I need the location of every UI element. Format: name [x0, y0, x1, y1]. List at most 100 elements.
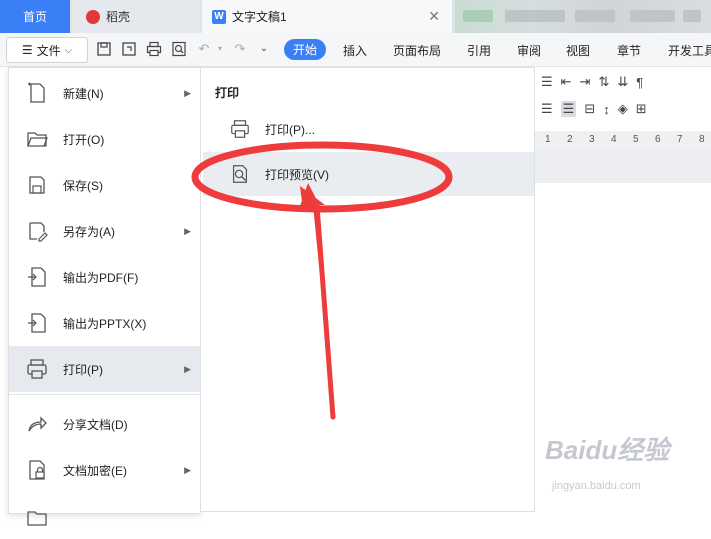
share-icon	[28, 416, 47, 432]
save-icon[interactable]	[96, 41, 112, 57]
undo-dropdown-icon[interactable]: ▾	[212, 41, 228, 57]
submenu-item-label: 打印预览(V)	[265, 167, 329, 182]
ruler-number: 4	[611, 134, 617, 145]
quick-access-dropdown-icon[interactable]: ⌄	[256, 41, 272, 57]
page-margin-strip	[535, 149, 711, 183]
menu-item-save[interactable]: 保存(S)	[9, 162, 201, 208]
chevron-right-icon: ▶	[184, 464, 191, 475]
ruler-number: 5	[633, 134, 639, 145]
ribbon-tab-layout[interactable]: 页面布局	[393, 42, 441, 59]
format-toolbar-row-1: ☰ ⇤ ⇥ ⇅ ⇊ ¶	[535, 69, 711, 95]
menu-item-save-as[interactable]: 另存为(A) ▶	[9, 208, 201, 254]
menu-item-new[interactable]: 新建(N) ▶	[9, 70, 201, 116]
hamburger-icon: ☰	[21, 43, 33, 57]
indent-icon[interactable]: ⇥	[580, 74, 591, 90]
folder-open-icon	[27, 132, 48, 147]
line-spacing-icon[interactable]: ↕	[603, 102, 610, 117]
ruler-number: 3	[589, 134, 595, 145]
menu-divider	[9, 394, 201, 395]
tab-document-label: 文字文稿1	[232, 10, 287, 24]
border-icon[interactable]: ⊞	[636, 101, 647, 117]
menu-item-label: 打印(P)	[63, 362, 103, 377]
chevron-right-icon: ▶	[184, 87, 191, 98]
menu-item-label: 新建(N)	[63, 86, 104, 101]
ribbon-tab-chapter[interactable]: 章节	[617, 42, 641, 59]
tab-daoke[interactable]: 稻壳	[72, 0, 200, 33]
submenu-item-print-preview[interactable]: 打印预览(V)	[203, 152, 534, 196]
shading-icon[interactable]: ◈	[618, 101, 628, 117]
file-menu-label: 文件	[36, 43, 61, 58]
tab-daoke-label: 稻壳	[106, 10, 131, 24]
menu-item-label: 分享文档(D)	[63, 417, 128, 432]
daoke-logo-icon	[86, 9, 100, 24]
show-marks-icon[interactable]: ¶	[636, 75, 643, 90]
save-as-icon	[29, 222, 48, 242]
submenu-item-label: 打印(P)...	[265, 122, 315, 137]
ribbon-tab-review[interactable]: 审阅	[517, 42, 541, 59]
text-direction-icon[interactable]: ⇅	[598, 74, 609, 90]
print-icon[interactable]	[146, 41, 162, 57]
menu-item-export-pdf[interactable]: 输出为PDF(F)	[9, 254, 201, 300]
tab-bar: 首页 稻壳 W 文字文稿1 ✕	[0, 0, 711, 33]
ribbon-tab-references[interactable]: 引用	[467, 42, 491, 59]
ruler-number: 1	[545, 134, 551, 145]
printer-icon	[231, 120, 249, 138]
menu-item-encrypt[interactable]: 文档加密(E) ▶	[9, 447, 201, 493]
file-menu: 新建(N) ▶ 打开(O) 保存(S) 另存为(A) ▶ 输出为PDF(F) 输…	[8, 67, 201, 526]
undo-icon[interactable]: ↶	[196, 41, 212, 57]
menu-item-label: 打开(O)	[63, 132, 105, 147]
menu-item-label: 保存(S)	[63, 178, 103, 193]
bullet-list-icon[interactable]: ☰	[541, 74, 553, 90]
folder-icon	[27, 511, 47, 526]
ruler-number: 6	[655, 134, 661, 145]
align-left-icon[interactable]: ☰	[541, 101, 553, 117]
close-tab-icon[interactable]: ✕	[428, 8, 440, 25]
toolbar: ☰ 文件 ⌵ ↶ ▾ ↷ ⌄ 开始 插入 页面布局 引用 审阅 视图 章节 开发…	[0, 33, 711, 67]
menu-item-open[interactable]: 打开(O)	[9, 116, 201, 162]
export-icon[interactable]	[121, 41, 137, 57]
align-center-icon[interactable]: ☰	[560, 101, 577, 117]
ruler-number: 8	[699, 134, 705, 145]
ribbon-tab-start-label: 开始	[292, 43, 317, 57]
format-toolbar-row-2: ☰ ☰ ⊟ ↕ ◈ ⊞	[535, 96, 711, 122]
print-preview-toolbar-icon[interactable]	[171, 41, 187, 57]
chevron-down-icon: ⌵	[64, 44, 73, 56]
encrypt-icon	[29, 460, 45, 480]
new-document-icon	[28, 82, 45, 103]
file-menu-button[interactable]: ☰ 文件 ⌵	[6, 37, 88, 63]
writer-doc-icon: W	[212, 9, 226, 24]
menu-item-label: 输出为PPTX(X)	[63, 316, 147, 331]
save-icon	[29, 176, 45, 194]
blurred-area	[455, 0, 711, 33]
ruler-number: 2	[567, 134, 573, 145]
submenu-item-print[interactable]: 打印(P)...	[203, 107, 534, 151]
tab-home[interactable]: 首页	[0, 0, 70, 33]
ribbon-tab-start[interactable]: 开始	[284, 39, 326, 60]
menu-item-partial[interactable]	[9, 493, 201, 539]
menu-item-share[interactable]: 分享文档(D)	[9, 401, 201, 447]
tab-document[interactable]: W 文字文稿1 ✕	[202, 0, 452, 33]
print-submenu: 打印 打印(P)... 打印预览(V)	[200, 67, 535, 512]
export-pdf-icon	[28, 267, 46, 287]
tab-home-label: 首页	[22, 10, 47, 24]
watermark-brand: Baidu经验	[545, 435, 670, 465]
distribute-icon[interactable]: ⊟	[584, 101, 595, 117]
menu-item-print[interactable]: 打印(P) ▶	[9, 346, 201, 392]
menu-item-label: 输出为PDF(F)	[63, 270, 139, 285]
outdent-icon[interactable]: ⇤	[561, 74, 572, 90]
menu-item-export-pptx[interactable]: 输出为PPTX(X)	[9, 300, 201, 346]
ruler-number: 7	[677, 134, 683, 145]
chevron-right-icon: ▶	[184, 363, 191, 374]
submenu-title: 打印	[215, 86, 240, 100]
menu-item-label: 另存为(A)	[63, 224, 115, 239]
ribbon-tab-view[interactable]: 视图	[566, 42, 590, 59]
printer-icon	[27, 359, 47, 379]
print-preview-icon	[232, 165, 248, 183]
sort-icon[interactable]: ⇊	[617, 74, 628, 90]
menu-item-label: 文档加密(E)	[63, 463, 127, 478]
redo-icon[interactable]: ↷	[232, 41, 248, 57]
ribbon-tab-insert[interactable]: 插入	[343, 42, 367, 59]
chevron-right-icon: ▶	[184, 225, 191, 236]
watermark-url: jingyan.baidu.com	[552, 480, 641, 492]
ribbon-tab-developer[interactable]: 开发工具	[668, 42, 711, 59]
